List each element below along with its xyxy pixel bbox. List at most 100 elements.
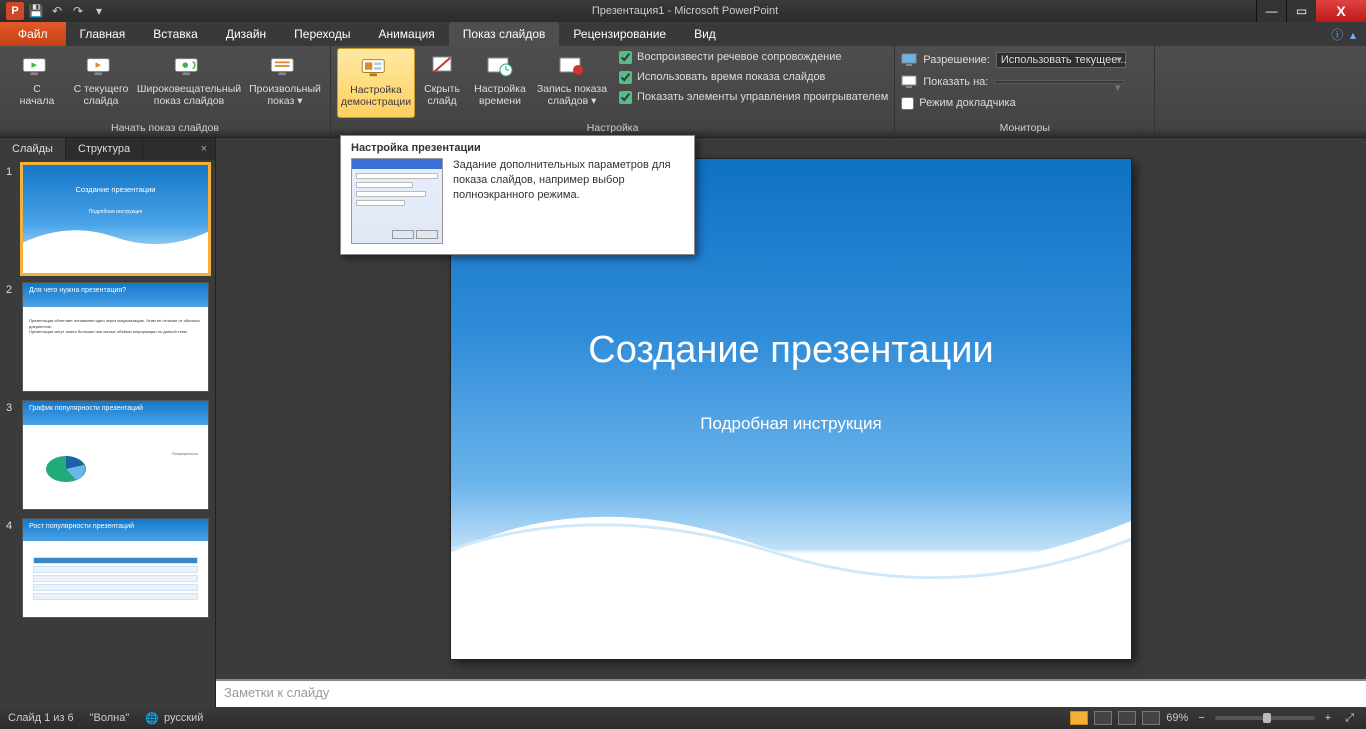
setup-slideshow-icon [360,53,392,81]
hide-slide-button[interactable]: Скрыть слайд [417,48,467,118]
from-current-icon [85,52,117,80]
group-start-slideshow: С начала С текущего слайда Широковещател… [0,46,331,137]
hide-slide-label: Скрыть слайд [424,83,460,107]
rehearse-button[interactable]: Настройка времени [469,48,531,118]
tab-home[interactable]: Главная [66,22,140,46]
presenter-label: Режим докладчика [919,97,1015,109]
presenter-checkbox[interactable] [901,97,914,110]
zoom-out-button[interactable]: − [1194,712,1208,724]
thumb-number: 3 [6,400,18,510]
record-button[interactable]: Запись показа слайдов ▾ [533,48,611,118]
group-monitors-label: Мониторы [901,120,1148,137]
show-on-row: Показать на: [901,72,1148,92]
panel-close-button[interactable]: × [193,138,215,160]
panel-tab-outline[interactable]: Структура [66,138,143,160]
presenter-checkbox-row[interactable]: Режим докладчика [901,94,1148,112]
slide-title[interactable]: Создание презентации [451,329,1131,372]
resolution-row: Разрешение: Использовать текущее... [901,50,1148,70]
undo-button[interactable]: ↶ [48,2,66,20]
zoom-fit-button[interactable]: ⤢ [1341,712,1358,725]
controls-checkbox[interactable] [619,91,632,104]
rehearse-icon [484,52,516,80]
custom-show-icon [269,52,301,80]
notes-pane[interactable]: Заметки к слайду [216,679,1366,707]
from-current-button[interactable]: С текущего слайда [70,48,132,118]
narration-label: Воспроизвести речевое сопровождение [637,51,842,63]
timings-label: Использовать время показа слайдов [637,71,825,83]
thumbnail-1[interactable]: Создание презентации Подробная инструкци… [22,164,209,274]
ribbon-tab-strip: Файл Главная Вставка Дизайн Переходы Ани… [0,22,1366,46]
thumbnail-2[interactable]: Для чего нужна презентация? Презентация … [22,282,209,392]
tab-animation[interactable]: Анимация [364,22,448,46]
view-slideshow-button[interactable] [1142,711,1160,725]
thumbnail-list[interactable]: 1 Создание презентации Подробная инструк… [0,160,215,707]
panel-tab-slides[interactable]: Слайды [0,138,66,160]
show-on-combo[interactable] [994,80,1124,84]
tab-review[interactable]: Рецензирование [559,22,680,46]
timings-checkbox-row[interactable]: Использовать время показа слайдов [619,68,888,86]
from-beginning-label: С начала [20,83,55,107]
from-beginning-button[interactable]: С начала [6,48,68,118]
tooltip-text: Задание дополнительных параметров для по… [453,158,684,244]
slide-panel: Слайды Структура × 1 Создание презентаци… [0,138,216,707]
broadcast-label: Широковещательный показ слайдов [137,83,241,107]
thumb-number: 2 [6,282,18,392]
controls-checkbox-row[interactable]: Показать элементы управления проигрывате… [619,88,888,106]
file-tab[interactable]: Файл [0,22,66,46]
thumb-row: 4 Рост популярности презентаций [6,518,209,618]
broadcast-button[interactable]: Широковещательный показ слайдов [134,48,244,118]
group-start-label: Начать показ слайдов [6,120,324,137]
hide-slide-icon [426,52,458,80]
from-beginning-icon [21,52,53,80]
tab-transitions[interactable]: Переходы [280,22,364,46]
thumb2-body: Презентация облегчает понимание идеи чер… [29,318,202,335]
status-language[interactable]: 🌐русский [145,712,203,725]
ribbon-help[interactable]: ⓘ ▴ [1321,22,1366,46]
maximize-button[interactable]: ▭ [1286,0,1316,22]
slide-subtitle[interactable]: Подробная инструкция [451,414,1131,434]
view-sorter-button[interactable] [1094,711,1112,725]
save-button[interactable]: 💾 [27,2,45,20]
tab-slideshow[interactable]: Показ слайдов [449,22,560,46]
minimize-button[interactable]: — [1256,0,1286,22]
pie-chart-icon [41,447,91,487]
thumb1-title: Создание презентации [31,185,200,194]
rehearse-label: Настройка времени [474,83,526,107]
thumbnail-3[interactable]: График популярности презентаций Популярн… [22,400,209,510]
tooltip-title: Настройка презентации [341,136,694,158]
thumb-number: 4 [6,518,18,618]
zoom-slider[interactable] [1215,716,1315,720]
resolution-combo[interactable]: Использовать текущее... [996,52,1126,68]
controls-label: Показать элементы управления проигрывате… [637,91,888,103]
view-reading-button[interactable] [1118,711,1136,725]
ribbon: С начала С текущего слайда Широковещател… [0,46,1366,138]
custom-show-button[interactable]: Произвольный показ ▾ [246,48,324,118]
tooltip-thumbnail [351,158,443,244]
zoom-in-button[interactable]: + [1321,712,1335,724]
view-normal-button[interactable] [1070,711,1088,725]
timings-checkbox[interactable] [619,71,632,84]
powerpoint-logo-icon: P [6,2,24,20]
status-slide-counter: Слайд 1 из 6 [8,712,74,724]
status-theme: "Волна" [90,712,130,724]
thumb-row: 3 График популярности презентаций Популя… [6,400,209,510]
qat-dropdown[interactable]: ▾ [90,2,108,20]
resolution-label: Разрешение: [923,54,990,66]
tab-insert[interactable]: Вставка [139,22,212,46]
narration-checkbox-row[interactable]: Воспроизвести речевое сопровождение [619,48,888,66]
broadcast-icon [173,52,205,80]
tab-design[interactable]: Дизайн [212,22,280,46]
zoom-level: 69% [1166,712,1188,724]
redo-button[interactable]: ↷ [69,2,87,20]
close-button[interactable]: X [1316,0,1366,22]
quick-access-toolbar: P 💾 ↶ ↷ ▾ [0,2,114,20]
tab-view[interactable]: Вид [680,22,730,46]
thumbnail-4[interactable]: Рост популярности презентаций [22,518,209,618]
group-monitors: Разрешение: Использовать текущее... Пока… [895,46,1155,137]
setup-slideshow-button[interactable]: Настройка демонстрации [337,48,415,118]
slide-panel-tabs: Слайды Структура × [0,138,215,160]
record-label: Запись показа слайдов ▾ [537,83,607,107]
narration-checkbox[interactable] [619,51,632,64]
custom-show-label: Произвольный показ ▾ [249,83,321,107]
thumb-number: 1 [6,164,18,274]
